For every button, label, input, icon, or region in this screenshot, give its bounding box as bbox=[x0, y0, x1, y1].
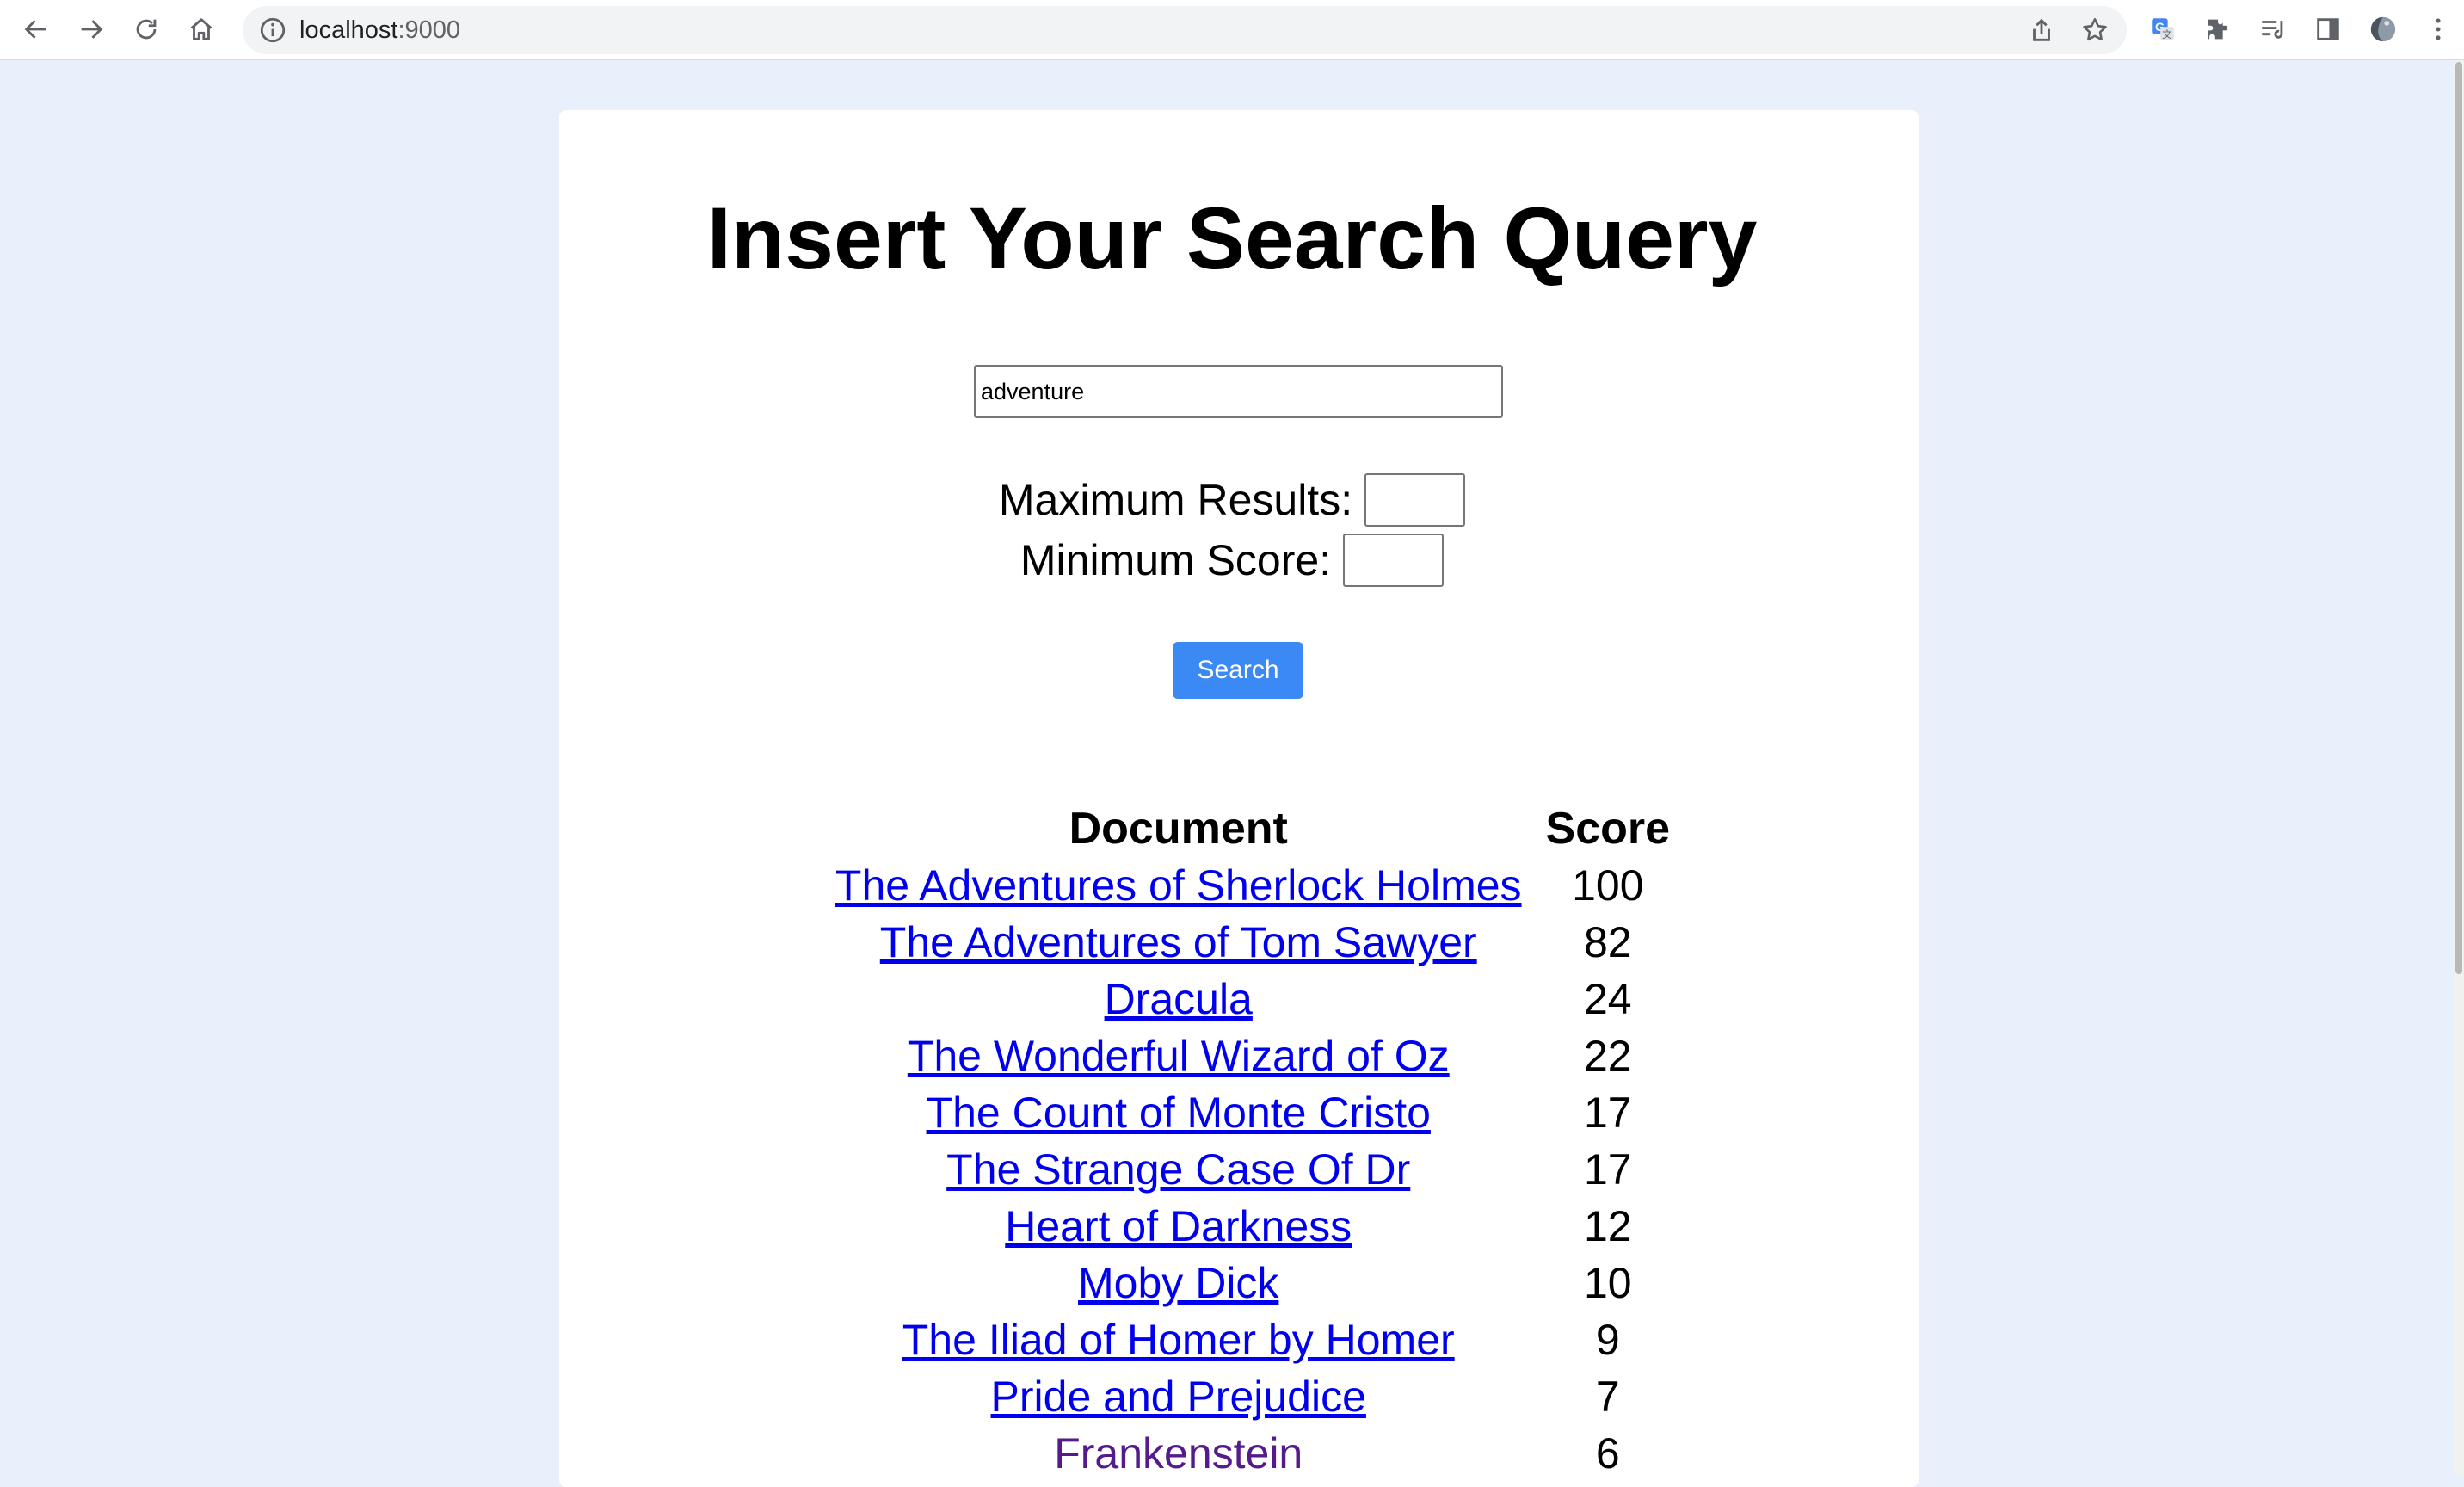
score-cell: 82 bbox=[1583, 918, 1632, 966]
document-cell: Heart of Darkness bbox=[823, 1198, 1534, 1255]
home-icon[interactable] bbox=[182, 10, 220, 48]
translate-icon[interactable]: G文 bbox=[2144, 10, 2182, 48]
max-results-label: Maximum Results: bbox=[998, 476, 1353, 524]
table-row: Pride and Prejudice 7 bbox=[823, 1368, 1682, 1425]
max-results-input[interactable] bbox=[1364, 473, 1466, 527]
table-row: Frankenstein 6 bbox=[823, 1425, 1682, 1482]
address-bar[interactable]: localhost:9000 bbox=[243, 6, 2127, 54]
url-port: :9000 bbox=[397, 16, 461, 44]
document-link[interactable]: Dracula bbox=[1105, 975, 1253, 1023]
page-title: Insert Your Search Query bbox=[706, 189, 1758, 287]
document-cell: Dracula bbox=[823, 971, 1534, 1027]
document-cell: The Adventures of Sherlock Holmes bbox=[823, 857, 1534, 914]
document-cell: Frankenstein bbox=[823, 1425, 1534, 1482]
side-panel-icon[interactable] bbox=[2309, 10, 2347, 48]
profile-avatar-icon[interactable] bbox=[2364, 10, 2402, 48]
extensions-icon[interactable] bbox=[2199, 10, 2237, 48]
score-cell: 17 bbox=[1583, 1089, 1632, 1137]
bookmark-star-icon[interactable] bbox=[2080, 15, 2110, 45]
score-cell: 17 bbox=[1583, 1145, 1632, 1194]
document-link[interactable]: The Adventures of Sherlock Holmes bbox=[835, 861, 1522, 910]
document-cell: The Count of Monte Cristo bbox=[823, 1084, 1534, 1141]
document-link[interactable]: The Iliad of Homer by Homer bbox=[902, 1316, 1455, 1364]
url-host: localhost bbox=[299, 16, 398, 44]
url-text: localhost:9000 bbox=[299, 6, 460, 54]
document-link[interactable]: The Count of Monte Cristo bbox=[927, 1089, 1431, 1137]
table-row: The Iliad of Homer by Homer 9 bbox=[823, 1311, 1682, 1368]
document-link[interactable]: Frankenstein bbox=[1054, 1429, 1303, 1478]
results-header-row: Document Score bbox=[823, 800, 1682, 857]
results-body: The Adventures of Sherlock Holmes 100 The … bbox=[823, 857, 1682, 1482]
forward-icon[interactable] bbox=[72, 10, 110, 48]
document-link[interactable]: Moby Dick bbox=[1078, 1259, 1278, 1307]
menu-kebab-icon[interactable] bbox=[2419, 10, 2457, 48]
table-row: The Adventures of Tom Sawyer 82 bbox=[823, 914, 1682, 971]
min-score-row: Minimum Score: bbox=[0, 534, 2464, 587]
document-link[interactable]: The Adventures of Tom Sawyer bbox=[880, 918, 1477, 966]
document-cell: The Strange Case Of Dr bbox=[823, 1141, 1534, 1198]
min-score-input[interactable] bbox=[1343, 534, 1445, 587]
document-link[interactable]: Heart of Darkness bbox=[1005, 1202, 1352, 1250]
document-cell: The Adventures of Tom Sawyer bbox=[823, 914, 1534, 971]
score-cell: 12 bbox=[1583, 1202, 1632, 1250]
site-info-icon[interactable] bbox=[258, 15, 287, 45]
score-cell: 22 bbox=[1583, 1032, 1632, 1080]
document-cell: The Iliad of Homer by Homer bbox=[823, 1311, 1534, 1368]
results-section: Document Score The Adventures of Sherloc… bbox=[0, 800, 2464, 1482]
score-cell: 10 bbox=[1583, 1259, 1632, 1307]
document-cell: Pride and Prejudice bbox=[823, 1368, 1534, 1425]
column-header-score: Score bbox=[1545, 804, 1671, 854]
column-header-document: Document bbox=[1069, 804, 1288, 854]
document-link[interactable]: The Wonderful Wizard of Oz bbox=[908, 1032, 1450, 1080]
search-input[interactable] bbox=[974, 365, 1503, 418]
document-cell: The Wonderful Wizard of Oz bbox=[823, 1027, 1534, 1084]
score-cell: 24 bbox=[1583, 975, 1632, 1023]
document-link[interactable]: The Strange Case Of Dr bbox=[946, 1145, 1410, 1194]
share-icon[interactable] bbox=[2027, 15, 2056, 45]
table-row: The Strange Case Of Dr 17 bbox=[823, 1141, 1682, 1198]
table-row: The Wonderful Wizard of Oz 22 bbox=[823, 1027, 1682, 1084]
score-cell: 7 bbox=[1595, 1373, 1620, 1421]
reload-icon[interactable] bbox=[127, 10, 165, 48]
score-cell: 6 bbox=[1595, 1429, 1620, 1478]
reading-list-icon[interactable] bbox=[2254, 10, 2292, 48]
results-table: Document Score The Adventures of Sherloc… bbox=[823, 800, 1682, 1482]
table-row: Moby Dick 10 bbox=[823, 1255, 1682, 1311]
browser-toolbar: localhost:9000 G文 bbox=[0, 0, 2464, 60]
document-link[interactable]: Pride and Prejudice bbox=[991, 1373, 1366, 1421]
min-score-label: Minimum Score: bbox=[1019, 536, 1332, 584]
table-row: The Count of Monte Cristo 17 bbox=[823, 1084, 1682, 1141]
max-results-row: Maximum Results: bbox=[0, 473, 2464, 527]
document-cell: Moby Dick bbox=[823, 1255, 1534, 1311]
table-row: The Adventures of Sherlock Holmes 100 bbox=[823, 857, 1682, 914]
score-cell: 9 bbox=[1595, 1316, 1620, 1364]
search-button[interactable]: Search bbox=[1173, 642, 1303, 699]
table-row: Dracula 24 bbox=[823, 971, 1682, 1027]
svg-text:文: 文 bbox=[2162, 28, 2171, 40]
table-row: Heart of Darkness 12 bbox=[823, 1198, 1682, 1255]
score-cell: 100 bbox=[1572, 861, 1644, 910]
back-icon[interactable] bbox=[17, 10, 55, 48]
